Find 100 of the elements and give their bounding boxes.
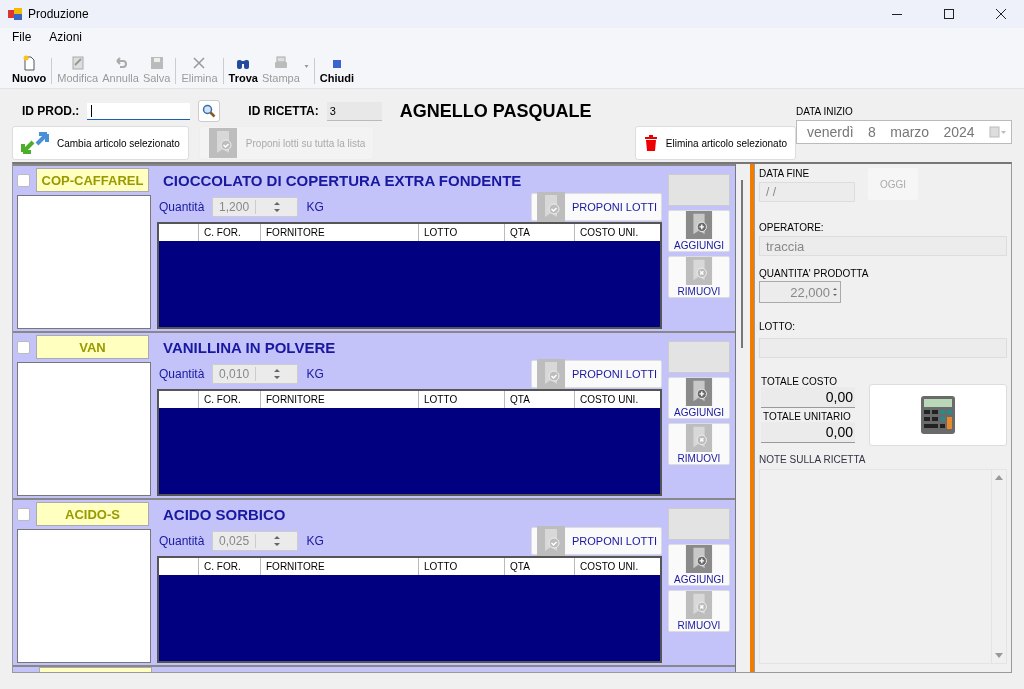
column-header[interactable]: LOTTO	[418, 391, 504, 408]
field-label: Quantità	[159, 200, 205, 214]
ribbon-plus-icon	[685, 211, 713, 239]
column-header[interactable]: C. FOR.	[198, 391, 260, 408]
search-icon	[202, 104, 217, 118]
checkbox[interactable]	[17, 173, 30, 187]
ingredient-name: VANILLINA IN POLVERE	[162, 337, 337, 358]
field-label: Quantità	[159, 534, 205, 548]
remove-button[interactable]: RIMUOVI	[668, 590, 730, 632]
action-button[interactable]: Cambia articolo selezionato	[12, 126, 189, 160]
new-document-icon	[21, 55, 38, 71]
search-button[interactable]	[198, 100, 221, 122]
add-button[interactable]: AGGIUNGI	[668, 210, 730, 252]
ribbon-plus-icon	[685, 378, 713, 406]
column-header[interactable]: FORNITORE	[260, 391, 418, 408]
add-button[interactable]: AGGIUNGI	[668, 544, 730, 586]
field-label: DATA INIZIO	[796, 106, 854, 117]
column-header[interactable]: QTA	[504, 224, 574, 241]
field-label: Quantità	[159, 367, 205, 381]
ingredient-name: CIOCCOLATO DI COPERTURA EXTRA FONDENTE	[162, 170, 523, 191]
field-label: ID RICETTA:	[248, 104, 319, 118]
maximize-icon	[944, 9, 954, 19]
add-button[interactable]: AGGIUNGI	[668, 377, 730, 419]
checkbox[interactable]	[17, 340, 30, 354]
scroll-down-icon	[995, 653, 1003, 659]
total-field: 0,00	[761, 387, 855, 408]
blank-box	[668, 341, 730, 373]
ribbon-plus-icon	[685, 545, 713, 573]
save-icon	[148, 55, 165, 71]
toolbar-button[interactable]: Trova	[226, 55, 260, 84]
blank-box	[668, 508, 730, 540]
close-icon	[996, 9, 1006, 19]
ribbon-x-icon	[684, 257, 714, 285]
notes-field[interactable]	[759, 469, 1007, 664]
field-label: NOTE SULLA RICETTA	[759, 454, 867, 465]
edit-icon	[69, 55, 86, 71]
field-label: QUANTITA' PRODOTTA	[759, 268, 870, 279]
field-label: TOTALE COSTO	[761, 376, 839, 387]
printer-icon	[272, 55, 289, 71]
column-header[interactable]: LOTTO	[418, 558, 504, 575]
propose-lots-button[interactable]: PROPONI LOTTI	[531, 527, 662, 555]
scroll-up-icon	[995, 474, 1003, 480]
column-header[interactable]: C. FOR.	[198, 558, 260, 575]
input-field[interactable]	[87, 102, 191, 120]
calendar-icon	[989, 126, 1007, 138]
menu-item[interactable]: File	[8, 30, 36, 44]
field-label: OPERATORE:	[759, 222, 825, 233]
checkbox[interactable]	[17, 507, 30, 521]
calculator-button[interactable]	[869, 384, 1007, 446]
column-header[interactable]: C. FOR.	[198, 224, 260, 241]
column-header[interactable]: LOTTO	[418, 224, 504, 241]
close-icon	[191, 55, 208, 71]
swap-arrows-icon	[21, 132, 49, 154]
field-label: LOTTO:	[759, 321, 796, 332]
date-picker[interactable]: venerdì 8 marzo 2024	[796, 120, 1012, 144]
action-button[interactable]: Elimina articolo selezionato	[634, 126, 796, 160]
column-header[interactable]: COSTO UNI.	[574, 558, 660, 575]
code-label: COP-CAFFAREL	[36, 168, 149, 192]
app-icon	[8, 8, 22, 20]
ribbon-x-icon	[684, 424, 714, 452]
column-header[interactable]: COSTO UNI.	[574, 224, 660, 241]
unit-label: KG	[306, 367, 324, 381]
column-header[interactable]: QTA	[504, 558, 574, 575]
recipe-name: AGNELLO PASQUALE	[399, 100, 592, 122]
column-header[interactable]: FORNITORE	[260, 558, 418, 575]
caret-icon	[303, 64, 309, 68]
column-header[interactable]: COSTO UNI.	[574, 391, 660, 408]
window-title: Produzione	[28, 7, 89, 21]
ribbon-check-icon	[536, 526, 567, 556]
column-header[interactable]: QTA	[504, 391, 574, 408]
menu-item[interactable]: Azioni	[45, 30, 87, 44]
ribbon-check-icon	[536, 359, 567, 389]
column-header[interactable]: FORNITORE	[260, 224, 418, 241]
toolbar-button[interactable]: Nuovo	[10, 55, 49, 84]
toolbar-button[interactable]: Chiudi	[317, 55, 356, 84]
ribbon-check-icon	[536, 192, 567, 222]
spin-arrows-icon	[273, 200, 280, 214]
spin-arrows-icon	[273, 534, 280, 548]
ribbon-x-icon	[684, 591, 714, 619]
propose-lots-button[interactable]: PROPONI LOTTI	[531, 360, 662, 388]
field-label: DATA FINE	[759, 168, 811, 179]
calculator-icon	[920, 395, 956, 435]
ribbon-check-icon	[207, 128, 238, 158]
unit-label: KG	[306, 534, 324, 548]
unit-label: KG	[306, 200, 324, 214]
remove-button[interactable]: RIMUOVI	[668, 423, 730, 465]
code-label: VAN	[36, 335, 149, 359]
trash-icon	[643, 135, 658, 151]
remove-button[interactable]: RIMUOVI	[668, 256, 730, 298]
input-field: 3	[326, 101, 382, 121]
minimize-icon	[892, 13, 902, 15]
spin-arrows-icon	[273, 367, 280, 381]
field-label: TOTALE UNITARIO	[762, 411, 852, 422]
ingredient-name: ACIDO SORBICO	[162, 504, 287, 525]
blank-box	[668, 174, 730, 206]
scrollbar-thumb[interactable]	[741, 180, 743, 348]
total-field: 0,00	[761, 422, 855, 443]
operator-field: traccia	[759, 236, 1007, 256]
propose-lots-button[interactable]: PROPONI LOTTI	[531, 193, 662, 221]
code-label: ACIDO-S	[36, 502, 149, 526]
